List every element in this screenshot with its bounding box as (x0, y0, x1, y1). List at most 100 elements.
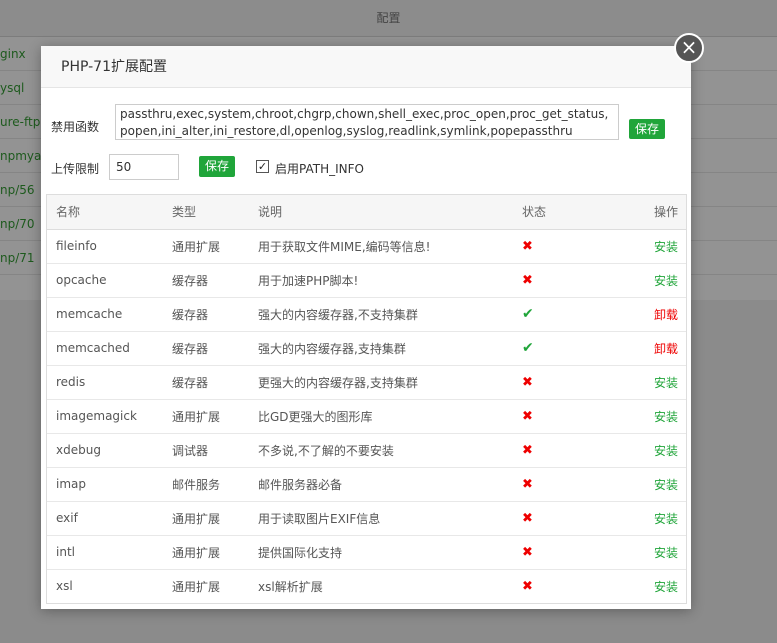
table-row: fileinfo 通用扩展 用于获取文件MIME,编码等信息! ✖ 安装 (47, 229, 686, 264)
extension-type: 通用扩展 (172, 545, 221, 560)
table-cell: redis (47, 365, 172, 400)
table-cell: memcache (47, 297, 172, 332)
not-installed-cross-icon: ✖ (522, 476, 533, 492)
extension-description: 比GD更强大的图形库 (258, 409, 373, 424)
table-cell: 安装 (612, 399, 686, 434)
table-cell: xsl解析扩展 (258, 569, 512, 603)
table-cell: 缓存器 (172, 263, 258, 298)
table-cell: 通用扩展 (172, 399, 258, 434)
table-cell: 缓存器 (172, 297, 258, 332)
table-cell: 安装 (612, 433, 686, 468)
table-cell: xdebug (47, 433, 172, 468)
pathinfo-checkbox[interactable]: ✓ (256, 160, 269, 173)
install-link[interactable]: 安装 (654, 240, 678, 254)
extension-name: exif (56, 511, 78, 525)
table-cell: 安装 (612, 229, 686, 264)
install-link[interactable]: 安装 (654, 580, 678, 594)
extension-description: 用于获取文件MIME,编码等信息! (258, 239, 431, 254)
table-cell: ✖ (512, 535, 612, 570)
uninstall-link[interactable]: 卸载 (654, 308, 678, 322)
table-cell: 通用扩展 (172, 535, 258, 570)
extension-name: imap (56, 477, 86, 491)
extension-type: 调试器 (172, 443, 209, 458)
extension-type: 通用扩展 (172, 239, 221, 254)
extension-type: 通用扩展 (172, 579, 221, 594)
table-cell: 通用扩展 (172, 501, 258, 536)
table-cell: memcached (47, 331, 172, 366)
table-cell: 安装 (612, 263, 686, 298)
table-cell: 用于读取图片EXIF信息 (258, 501, 512, 536)
table-cell: ✖ (512, 433, 612, 468)
table-cell: opcache (47, 263, 172, 298)
table-cell: ✖ (512, 365, 612, 400)
not-installed-cross-icon: ✖ (522, 408, 533, 424)
table-cell: ✖ (512, 501, 612, 536)
table-cell: 安装 (612, 467, 686, 502)
uninstall-link[interactable]: 卸载 (654, 342, 678, 356)
save-upload-limit-button[interactable]: 保存 (199, 156, 235, 177)
extension-description: 更强大的内容缓存器,支持集群 (258, 375, 418, 390)
extension-type: 缓存器 (172, 307, 209, 322)
header-action: 操作 (612, 195, 686, 230)
table-cell: exif (47, 501, 172, 536)
table-cell: ✖ (512, 569, 612, 603)
table-cell: ✖ (512, 399, 612, 434)
upload-limit-input[interactable]: 50 (109, 154, 179, 180)
not-installed-cross-icon: ✖ (522, 442, 533, 458)
install-link[interactable]: 安装 (654, 512, 678, 526)
table-cell: 用于加速PHP脚本! (258, 263, 512, 298)
extension-name: opcache (56, 273, 107, 287)
install-link[interactable]: 安装 (654, 478, 678, 492)
extension-name: redis (56, 375, 86, 389)
extension-config-dialog: PHP-71扩展配置 禁用函数 passthru,exec,system,chr… (41, 46, 691, 609)
table-cell: intl (47, 535, 172, 570)
table-cell: ✖ (512, 467, 612, 502)
table-cell: 邮件服务 (172, 467, 258, 502)
table-cell: 卸载 (612, 331, 686, 366)
close-icon[interactable]: × (674, 33, 704, 63)
install-link[interactable]: 安装 (654, 410, 678, 424)
table-cell: 通用扩展 (172, 569, 258, 603)
table-row: exif 通用扩展 用于读取图片EXIF信息 ✖ 安装 (47, 501, 686, 536)
table-cell: 调试器 (172, 433, 258, 468)
installed-check-icon: ✔ (522, 340, 534, 356)
header-status: 状态 (512, 195, 612, 230)
install-link[interactable]: 安装 (654, 444, 678, 458)
table-row: intl 通用扩展 提供国际化支持 ✖ 安装 (47, 535, 686, 570)
table-cell: imap (47, 467, 172, 502)
install-link[interactable]: 安装 (654, 546, 678, 560)
table-cell: ✖ (512, 263, 612, 298)
install-link[interactable]: 安装 (654, 274, 678, 288)
extension-name: xdebug (56, 443, 101, 457)
table-cell: 邮件服务器必备 (258, 467, 512, 502)
not-installed-cross-icon: ✖ (522, 238, 533, 254)
not-installed-cross-icon: ✖ (522, 510, 533, 526)
table-cell: 通用扩展 (172, 229, 258, 264)
extension-name: memcache (56, 307, 123, 321)
pathinfo-label: 启用PATH_INFO (275, 162, 364, 176)
table-cell: 强大的内容缓存器,不支持集群 (258, 297, 512, 332)
install-link[interactable]: 安装 (654, 376, 678, 390)
table-cell: 用于获取文件MIME,编码等信息! (258, 229, 512, 264)
table-cell: 卸载 (612, 297, 686, 332)
upload-limit-row: 上传限制 50 保存 ✓ 启用PATH_INFO (51, 153, 681, 181)
extension-name: imagemagick (56, 409, 137, 423)
extensions-table: 名称 类型 说明 状态 操作 fileinfo 通用扩展 用于获取文件MIME,编码… (46, 194, 687, 604)
table-cell: 安装 (612, 569, 686, 603)
table-cell: ✖ (512, 229, 612, 264)
extension-description: 不多说,不了解的不要安装 (258, 443, 394, 458)
extension-type: 邮件服务 (172, 477, 221, 492)
not-installed-cross-icon: ✖ (522, 578, 533, 594)
save-disabled-functions-button[interactable]: 保存 (629, 119, 665, 139)
table-cell: 安装 (612, 501, 686, 536)
extension-name: intl (56, 545, 75, 559)
table-row: memcache 缓存器 强大的内容缓存器,不支持集群 ✔ 卸载 (47, 297, 686, 332)
dialog-title: PHP-71扩展配置 (41, 46, 691, 88)
background-header: 配置 (0, 0, 777, 37)
extension-description: 强大的内容缓存器,不支持集群 (258, 307, 418, 322)
disabled-functions-textarea[interactable]: passthru,exec,system,chroot,chgrp,chown,… (115, 104, 619, 140)
table-row: opcache 缓存器 用于加速PHP脚本! ✖ 安装 (47, 263, 686, 298)
table-row: xsl 通用扩展 xsl解析扩展 ✖ 安装 (47, 569, 686, 603)
table-row: imap 邮件服务 邮件服务器必备 ✖ 安装 (47, 467, 686, 502)
table-cell: 比GD更强大的图形库 (258, 399, 512, 434)
